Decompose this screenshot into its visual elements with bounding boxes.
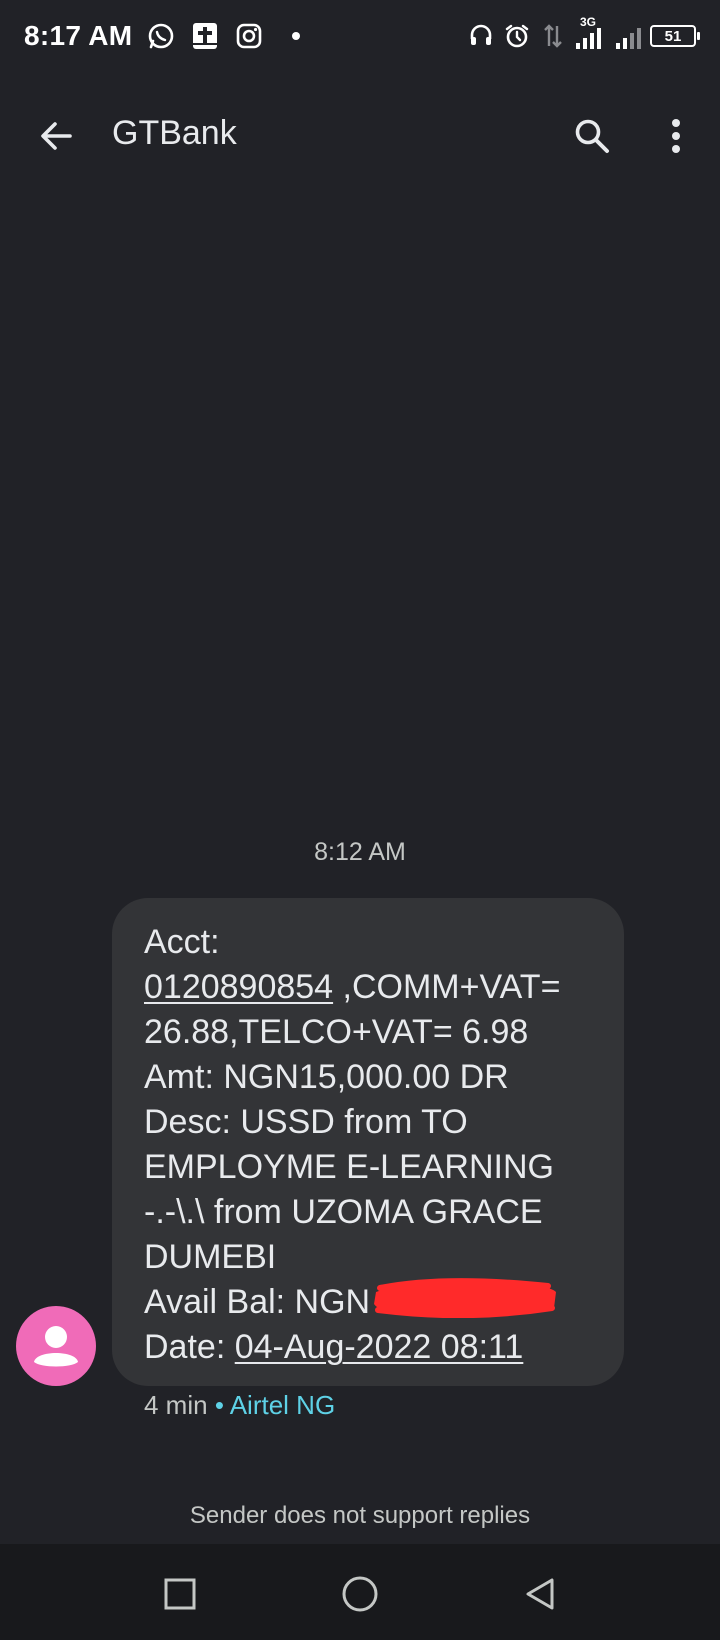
conversation-title: GTBank [112, 114, 237, 152]
message-line: Desc: USSD from TO [144, 1103, 468, 1141]
screen: 8:17 AM 3G 51 GTBank 8:12 AM Acct: 01208… [0, 0, 720, 1640]
signal-icon: 3G [574, 15, 608, 51]
message-line: -.-\.\ from UZOMA GRACE [144, 1193, 543, 1231]
bible-app-icon [190, 21, 220, 51]
sender-avatar[interactable] [16, 1306, 96, 1386]
battery-level: 51 [664, 27, 682, 45]
home-button[interactable] [334, 1568, 386, 1620]
message-age: 4 min [144, 1390, 208, 1420]
account-number-link[interactable]: 0120890854 [144, 968, 333, 1006]
message-line: Date: 04-Aug-2022 08:11 [144, 1325, 604, 1370]
date-link[interactable]: 04-Aug-2022 08:11 [235, 1328, 524, 1366]
person-icon [34, 1326, 78, 1367]
status-time: 8:17 AM [24, 20, 133, 51]
message-meta: 4 min • Airtel NG [144, 1390, 335, 1421]
message-line: Acct: [144, 923, 220, 961]
back-button[interactable] [30, 110, 82, 162]
back-triangle-icon [526, 1578, 554, 1610]
status-bar-right: 3G 51 [466, 15, 700, 51]
no-reply-notice: Sender does not support replies [189, 1502, 531, 1529]
more-vert-icon [672, 119, 680, 153]
message-line: DUMEBI [144, 1238, 277, 1276]
nav-back-button[interactable] [514, 1568, 566, 1620]
message-line: 26.88,TELCO+VAT= 6.98 [144, 1013, 529, 1051]
whatsapp-icon [146, 21, 176, 51]
redaction-scribble [374, 1278, 556, 1318]
message-line: EMPLOYME E-LEARNING [144, 1148, 554, 1186]
notification-dot [292, 32, 301, 40]
message-text: ,COMM+VAT= [333, 968, 561, 1006]
home-circle-icon [342, 1576, 378, 1612]
signal-icon-2 [614, 21, 644, 51]
recents-button[interactable] [154, 1568, 206, 1620]
navigation-bar [0, 1544, 720, 1640]
message-line: 0120890854 ,COMM+VAT= [144, 965, 604, 1010]
search-button[interactable] [566, 110, 618, 162]
recents-square-icon [164, 1578, 196, 1610]
app-bar: GTBank [0, 90, 720, 182]
headset-icon [466, 21, 496, 51]
carrier-label: Airtel NG [229, 1390, 336, 1420]
alarm-icon [502, 21, 532, 51]
search-icon [575, 119, 609, 153]
status-bar: 8:17 AM 3G 51 [0, 0, 720, 72]
meta-separator: • [214, 1390, 224, 1420]
battery-icon: 51 [650, 25, 700, 47]
message-text: Date: [144, 1328, 235, 1366]
status-bar-left: 8:17 AM [24, 20, 301, 52]
instagram-icon [234, 21, 264, 51]
back-arrow-icon [41, 122, 72, 150]
data-arrows-icon [538, 21, 568, 51]
message-timestamp: 8:12 AM [314, 838, 406, 866]
message-line: Amt: NGN15,000.00 DR [144, 1058, 509, 1096]
more-options-button[interactable] [650, 110, 702, 162]
